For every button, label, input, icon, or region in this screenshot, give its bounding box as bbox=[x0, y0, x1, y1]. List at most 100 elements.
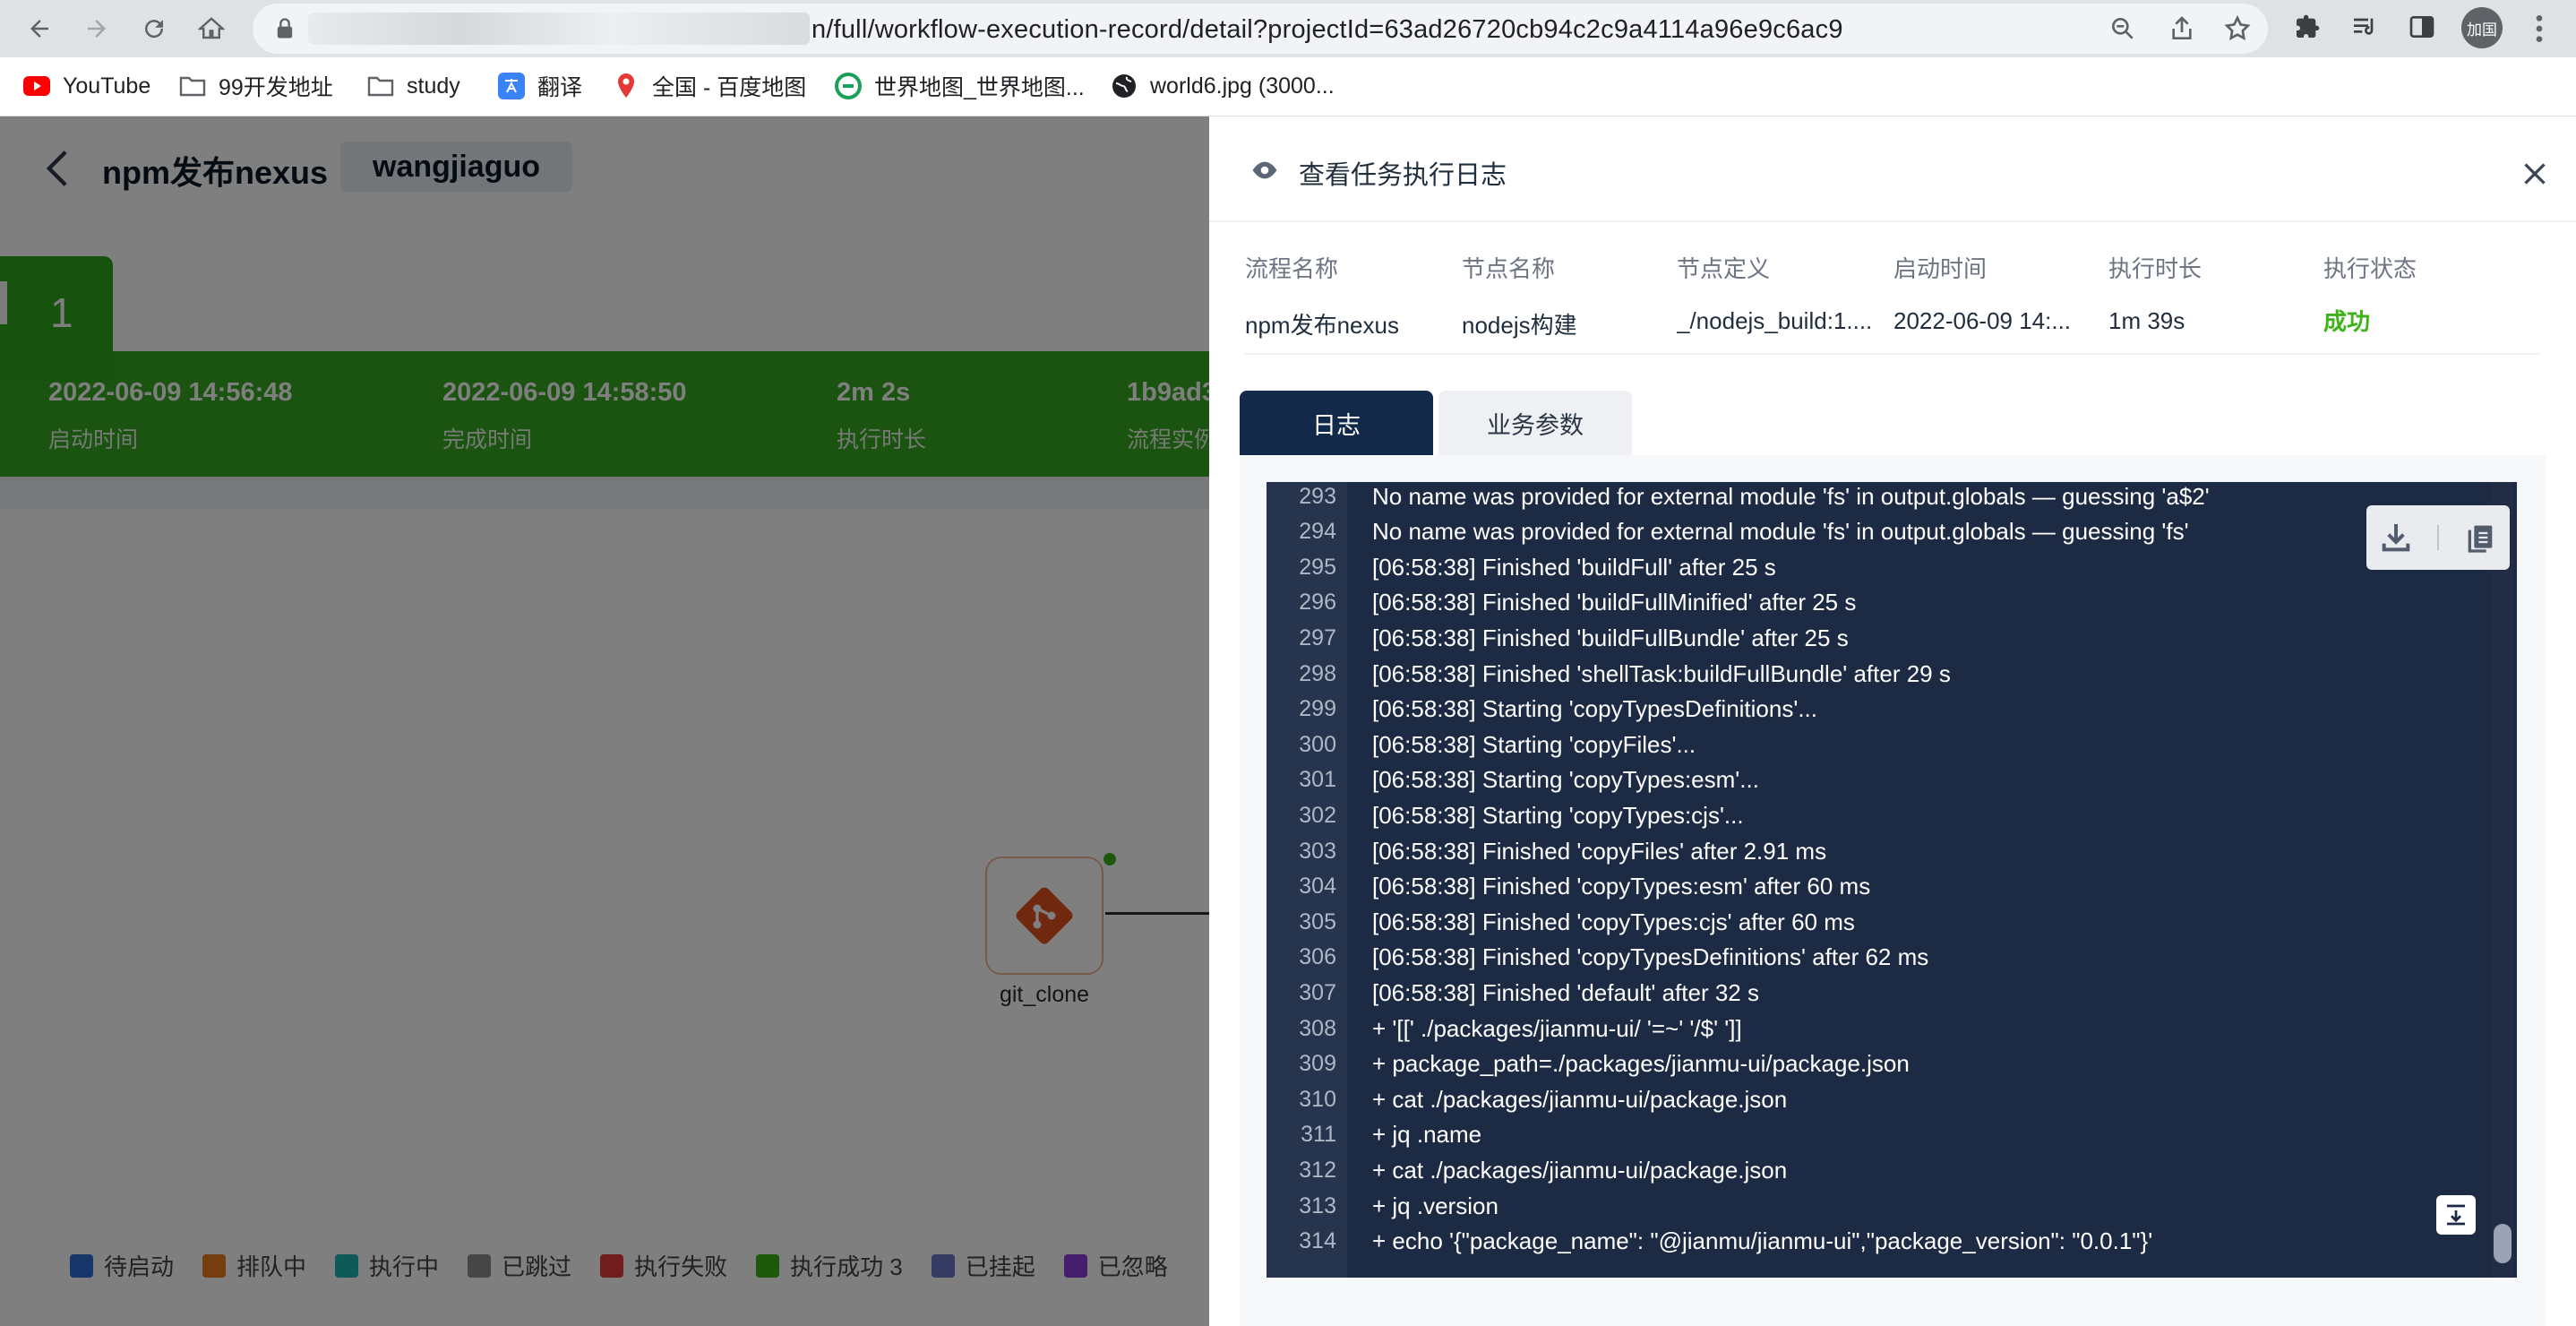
line-number: 294 bbox=[1299, 519, 1336, 545]
forward-button[interactable] bbox=[75, 7, 118, 50]
puzzle-icon[interactable] bbox=[2293, 13, 2322, 41]
map-pin-icon bbox=[613, 73, 640, 99]
log-text: [06:58:38] Starting 'copyTypesDefinition… bbox=[1372, 695, 1817, 723]
address-bar[interactable]: n/full/workflow-execution-record/detail?… bbox=[253, 4, 2268, 54]
log-text: [06:58:38] Finished 'buildFullMinified' … bbox=[1372, 589, 1857, 616]
arrow-right-icon bbox=[88, 20, 106, 38]
info-col-workflow: 流程名称 npm发布nexus bbox=[1245, 251, 1453, 340]
log-text: [06:58:38] Starting 'copyTypes:cjs'... bbox=[1372, 801, 1744, 829]
bookmarks-bar: YouTube 99开发地址 study 翻译 全国 - 百度地图 世界地图_世… bbox=[0, 57, 2576, 116]
back-button[interactable] bbox=[18, 7, 61, 50]
info-header: 执行时长 bbox=[2108, 255, 2202, 282]
tab-business-params[interactable]: 业务参数 bbox=[1438, 391, 1632, 455]
log-text: [06:58:38] Finished 'copyFiles' after 2.… bbox=[1372, 837, 1827, 865]
bookmark-baidu-map[interactable]: 全国 - 百度地图 bbox=[613, 68, 806, 104]
log-text: + echo '{"package_name": "@jianmu/jianmu… bbox=[1372, 1227, 2153, 1255]
profile-avatar[interactable]: 加国 bbox=[2461, 7, 2503, 48]
log-line: 307 [06:58:38] Finished 'default' after 3… bbox=[1267, 975, 2517, 1011]
info-col-duration: 执行时长 1m 39s bbox=[2108, 251, 2316, 335]
line-number: 296 bbox=[1299, 590, 1336, 616]
log-text: + cat ./packages/jianmu-ui/package.json bbox=[1372, 1156, 1788, 1184]
log-viewer[interactable]: 293 No name was provided for external mod… bbox=[1267, 482, 2517, 1278]
drawer-title: 查看任务执行日志 bbox=[1299, 161, 1507, 190]
log-line: 293 No name was provided for external mod… bbox=[1267, 482, 2517, 514]
log-line: 298 [06:58:38] Finished 'shellTask:buildF… bbox=[1267, 656, 2517, 692]
bookmark-label: 99开发地址 bbox=[219, 75, 333, 100]
bookmark-world-map[interactable]: 世界地图_世界地图... bbox=[835, 68, 1085, 104]
log-line: 299 [06:58:38] Starting 'copyTypesDefinit… bbox=[1267, 692, 2517, 728]
zoom-icon[interactable] bbox=[2108, 14, 2137, 43]
arrow-to-bottom-icon bbox=[2447, 1204, 2465, 1226]
bookmark-world6[interactable]: world6.jpg (3000... bbox=[1111, 68, 1335, 104]
info-value: nodejs构建 bbox=[1462, 312, 1577, 339]
bookmark-label: 世界地图_世界地图... bbox=[874, 75, 1085, 100]
status-badge: 成功 bbox=[2323, 308, 2371, 335]
info-col-definition: 节点定义 _/nodejs_build:1.... bbox=[1677, 251, 1885, 335]
scrollbar-thumb[interactable] bbox=[2494, 1224, 2512, 1263]
eye-icon bbox=[1252, 161, 1277, 179]
line-number: 303 bbox=[1299, 838, 1336, 864]
info-col-start-time: 启动时间 2022-06-09 14:... bbox=[1893, 251, 2101, 335]
log-line: 301 [06:58:38] Starting 'copyTypes:esm'..… bbox=[1267, 762, 2517, 798]
log-line: 310 + cat ./packages/jianmu-ui/package.js… bbox=[1267, 1081, 2517, 1117]
arrow-left-icon bbox=[30, 20, 48, 38]
bookmark-label: world6.jpg (3000... bbox=[1150, 73, 1335, 99]
share-icon[interactable] bbox=[2168, 14, 2196, 43]
bookmark-translate[interactable]: 翻译 bbox=[498, 68, 582, 104]
modal-overlay[interactable] bbox=[0, 116, 1209, 1326]
log-line: 304 [06:58:38] Finished 'copyTypes:esm' a… bbox=[1267, 869, 2517, 905]
bookmark-label: study bbox=[407, 73, 460, 99]
home-button[interactable] bbox=[190, 7, 233, 50]
reload-button[interactable] bbox=[133, 7, 176, 50]
log-text: [06:58:38] Finished 'copyTypesDefinition… bbox=[1372, 943, 1929, 971]
log-text: [06:58:38] Finished 'buildFull' after 25… bbox=[1372, 553, 1776, 581]
info-header: 节点名称 bbox=[1462, 255, 1556, 282]
side-panel-icon[interactable] bbox=[2408, 13, 2436, 41]
url-redacted-segment bbox=[308, 13, 810, 45]
download-icon[interactable] bbox=[2378, 520, 2414, 555]
log-text: + package_path=./packages/jianmu-ui/pack… bbox=[1372, 1050, 1910, 1078]
scrollbar-track[interactable] bbox=[2492, 482, 2513, 1278]
info-value: 2022-06-09 14:... bbox=[1893, 307, 2072, 334]
log-line: 309 + package_path=./packages/jianmu-ui/p… bbox=[1267, 1046, 2517, 1082]
log-text: No name was provided for external module… bbox=[1372, 518, 2189, 546]
drawer-header: 查看任务执行日志 bbox=[1209, 116, 2576, 222]
tab-log[interactable]: 日志 bbox=[1240, 391, 1433, 455]
reload-icon bbox=[145, 20, 164, 39]
log-line: 314 + echo '{"package_name": "@jianmu/jia… bbox=[1267, 1224, 2517, 1260]
log-text: + cat ./packages/jianmu-ui/package.json bbox=[1372, 1085, 1788, 1113]
log-text: + '[[' ./packages/jianmu-ui/ '=~' '/$' '… bbox=[1372, 1014, 1742, 1042]
home-icon bbox=[198, 17, 225, 39]
log-line: 300 [06:58:38] Starting 'copyFiles'... bbox=[1267, 727, 2517, 762]
line-number: 305 bbox=[1299, 908, 1336, 934]
task-log-drawer: 查看任务执行日志 流程名称 npm发布nexus 节点名称 nodejs构建 节… bbox=[1209, 116, 2576, 1326]
toolbar-separator bbox=[2437, 525, 2439, 550]
close-icon[interactable] bbox=[2519, 158, 2551, 190]
bookmark-label: 全国 - 百度地图 bbox=[652, 75, 807, 100]
bookmark-study[interactable]: study bbox=[367, 68, 460, 104]
info-value: _/nodejs_build:1.... bbox=[1677, 307, 1873, 334]
line-number: 309 bbox=[1299, 1051, 1336, 1077]
bookmark-99dev[interactable]: 99开发地址 bbox=[179, 68, 333, 104]
info-value: 1m 39s bbox=[2108, 307, 2185, 334]
log-text: [06:58:38] Finished 'shellTask:buildFull… bbox=[1372, 659, 1951, 687]
line-number: 307 bbox=[1299, 979, 1336, 1005]
line-number: 304 bbox=[1299, 874, 1336, 900]
line-number: 312 bbox=[1299, 1157, 1336, 1183]
more-vert-icon[interactable] bbox=[2526, 11, 2553, 47]
bookmark-label: 翻译 bbox=[537, 75, 583, 100]
line-number: 302 bbox=[1299, 802, 1336, 828]
folder-icon bbox=[179, 73, 206, 99]
bookmark-youtube[interactable]: YouTube bbox=[23, 68, 150, 104]
log-toolbar bbox=[2366, 505, 2510, 570]
log-line: 296 [06:58:38] Finished 'buildFullMinifie… bbox=[1267, 585, 2517, 621]
line-number: 293 bbox=[1299, 483, 1336, 509]
copy-icon[interactable] bbox=[2462, 520, 2498, 555]
log-line: 312 + cat ./packages/jianmu-ui/package.js… bbox=[1267, 1152, 2517, 1188]
scroll-to-bottom-button[interactable] bbox=[2436, 1195, 2476, 1235]
media-queue-icon[interactable] bbox=[2350, 13, 2379, 41]
browser-toolbar: n/full/workflow-execution-record/detail?… bbox=[0, 0, 2576, 57]
star-icon[interactable] bbox=[2223, 14, 2252, 43]
line-number: 301 bbox=[1299, 767, 1336, 793]
log-text: [06:58:38] Finished 'buildFullBundle' af… bbox=[1372, 624, 1849, 651]
